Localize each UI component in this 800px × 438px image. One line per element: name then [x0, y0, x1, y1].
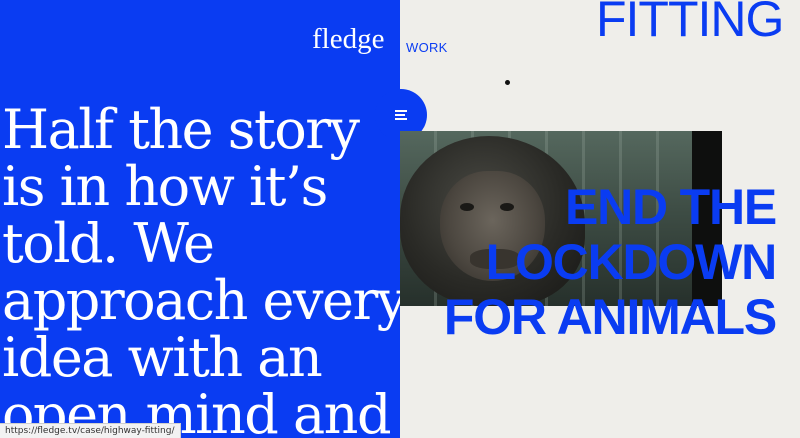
headline-line-3: FOR ANIMALS	[443, 289, 777, 345]
cursor-dot	[505, 80, 510, 85]
nav-work-link[interactable]: WORK	[406, 40, 448, 55]
project-title[interactable]: FITTING	[596, 0, 784, 44]
headline-line-2: LOCKDOWN	[485, 234, 778, 290]
browser-status-bar: https://fledge.tv/case/highway-fitting/	[0, 423, 181, 438]
logo-text: fledge	[312, 25, 385, 54]
hero-statement: Half the story is in how it’s told. We a…	[2, 98, 400, 438]
headline-line-1: END THE	[564, 179, 777, 235]
left-blue-panel: Half the story is in how it’s told. We a…	[0, 0, 400, 438]
logo[interactable]: fledge	[312, 25, 400, 54]
project-headline[interactable]: END THE LOCKDOWN FOR ANIMALS	[440, 179, 778, 345]
